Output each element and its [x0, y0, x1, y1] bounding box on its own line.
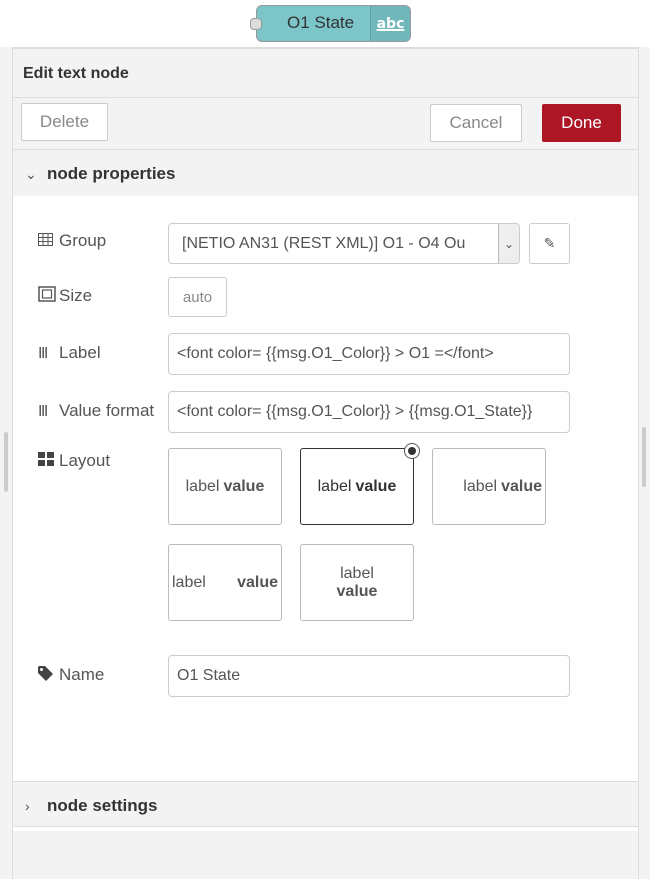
value-format-label: Ⅲ Value format [38, 401, 154, 421]
edit-group-button[interactable]: ✎ [529, 223, 570, 264]
layout-option-label: label [317, 477, 352, 495]
layout-label: Layout [38, 451, 110, 471]
text-node-icon: abc [370, 6, 410, 41]
layout-option-value: value [336, 582, 378, 600]
value-format-label-text: Value format [59, 401, 155, 420]
tray-footer-area [13, 831, 638, 879]
group-label: Group [38, 231, 106, 251]
table-icon [38, 232, 53, 250]
size-label: Size [38, 286, 92, 306]
name-label: Name [38, 665, 104, 685]
tray-title: Edit text node [13, 49, 638, 98]
delete-button[interactable]: Delete [21, 103, 108, 141]
cancel-button[interactable]: Cancel [430, 104, 522, 142]
selected-radio-icon [404, 443, 420, 459]
left-resize-rail[interactable] [0, 47, 13, 879]
done-button[interactable]: Done [542, 104, 621, 142]
chevron-down-icon[interactable]: ⌄ [498, 224, 519, 263]
layout-option-5[interactable]: label value [300, 544, 414, 621]
size-button[interactable]: auto [168, 277, 227, 317]
abc-icon: abc [376, 15, 405, 32]
label-input[interactable]: <font color= {{msg.O1_Color}} > O1 =</fo… [168, 333, 570, 375]
layout-option-2-selected[interactable]: label value [300, 448, 414, 525]
group-label-text: Group [59, 231, 107, 250]
node-input-port[interactable] [250, 18, 262, 30]
group-select[interactable]: [NETIO AN31 (REST XML)] O1 - O4 Ou ⌄ [168, 223, 520, 264]
layout-option-value: value [501, 477, 542, 495]
layout-option-label: label [172, 573, 206, 591]
layout-option-label: label [340, 564, 374, 582]
flow-node[interactable]: O1 State abc [250, 5, 411, 42]
layout-option-value: value [355, 477, 397, 495]
size-label-text: Size [59, 286, 93, 305]
text-cursor-icon: Ⅲ [38, 403, 49, 420]
layout-option-label: label [185, 477, 220, 495]
section-properties-label: node properties [47, 164, 176, 183]
section-node-settings[interactable]: › node settings [13, 781, 638, 827]
right-resize-rail[interactable] [638, 47, 650, 879]
resize-icon [38, 286, 56, 306]
grid-icon [38, 452, 54, 470]
value-format-input[interactable]: <font color= {{msg.O1_Color}} > {{msg.O1… [168, 391, 570, 433]
group-select-value: [NETIO AN31 (REST XML)] O1 - O4 Ou [182, 234, 466, 252]
label-field-label-text: Label [59, 343, 101, 362]
layout-option-3[interactable]: label value [432, 448, 546, 525]
layout-option-value: value [237, 573, 278, 591]
chevron-right-icon: › [25, 798, 30, 814]
layout-option-label: label [463, 477, 498, 495]
text-cursor-icon: Ⅲ [38, 345, 49, 362]
layout-option-1[interactable]: label value [168, 448, 282, 525]
layout-option-value: value [223, 477, 265, 495]
chevron-down-icon: ⌄ [25, 166, 37, 182]
section-node-properties[interactable]: ⌄ node properties [13, 150, 638, 196]
section-settings-label: node settings [47, 796, 158, 815]
name-input[interactable]: O1 State [168, 655, 570, 697]
name-label-text: Name [59, 665, 105, 684]
tag-icon [38, 665, 53, 685]
pencil-icon: ✎ [543, 235, 556, 251]
tray-toolbar: Delete Cancel Done [13, 98, 638, 150]
label-field-label: Ⅲ Label [38, 343, 101, 363]
layout-option-4[interactable]: label value [168, 544, 282, 621]
layout-label-text: Layout [59, 451, 111, 470]
